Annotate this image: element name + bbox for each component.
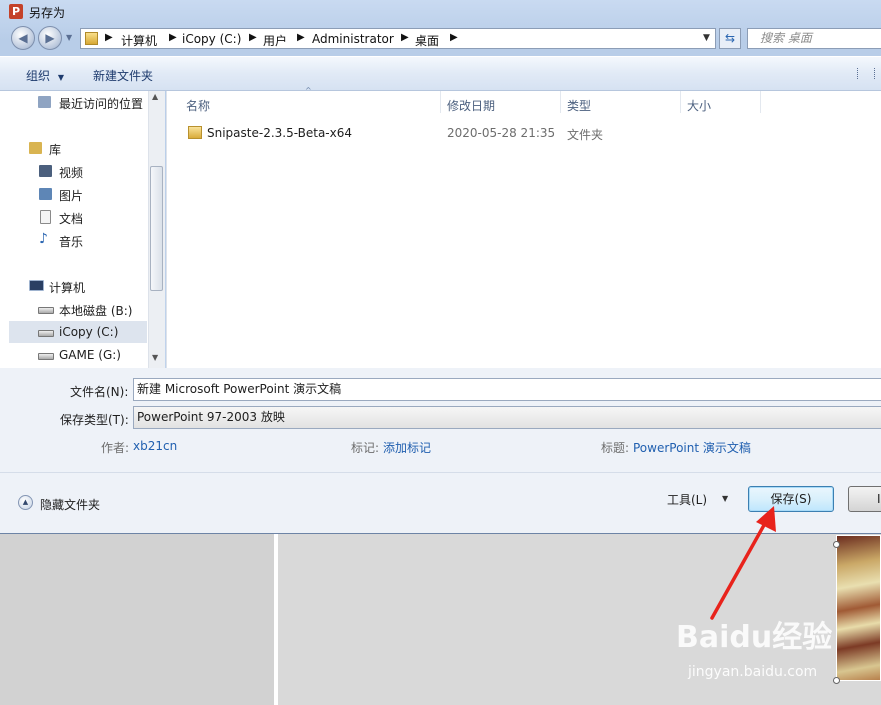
navigation-pane: 最近访问的位置 库 视频 图片 文档 ♪ 音乐 计算机 本地磁盘 (B:) iC… [0, 91, 165, 368]
breadcrumb-administrator[interactable]: Administrator [312, 32, 394, 46]
title-label: 标题: [601, 441, 630, 455]
title-value[interactable]: PowerPoint 演示文稿 [633, 439, 751, 456]
new-folder-button[interactable]: 新建文件夹 [93, 67, 153, 84]
back-arrow-icon: ◀ [18, 31, 28, 45]
resize-handle[interactable] [833, 541, 840, 548]
column-divider[interactable] [560, 91, 561, 113]
search-input[interactable]: 搜索 桌面 [747, 28, 881, 49]
address-bar[interactable]: ▶ 计算机 ▶ iCopy (C:) ▶ 用户 ▶ Administrator … [80, 28, 716, 49]
nav-item-computer[interactable]: 计算机 [29, 279, 85, 296]
title-bar: P 另存为 [0, 0, 881, 24]
nav-item-drive-b[interactable]: 本地磁盘 (B:) [38, 302, 132, 319]
breadcrumb-separator-icon[interactable]: ▶ [249, 32, 257, 43]
video-icon [39, 165, 52, 177]
column-header-size[interactable]: 大小 [687, 97, 711, 114]
folder-icon [188, 126, 202, 139]
organize-label: 组织 [26, 69, 51, 83]
toolbar: 组织 ▼ 新建文件夹 [0, 56, 881, 91]
column-divider[interactable] [760, 91, 761, 113]
music-icon: ♪ [39, 231, 48, 247]
breadcrumb-computer[interactable]: 计算机 [121, 32, 157, 49]
breadcrumb-separator-icon[interactable]: ▶ [169, 32, 177, 43]
drive-icon [38, 353, 54, 360]
breadcrumb-separator-icon[interactable]: ▶ [450, 32, 458, 43]
picture-icon [39, 188, 52, 200]
resize-handle[interactable] [833, 677, 840, 684]
filename-field[interactable]: 新建 Microsoft PowerPoint 演示文稿 [133, 378, 881, 401]
nav-item-documents[interactable]: 文档 [39, 210, 83, 227]
powerpoint-icon: P [9, 4, 23, 19]
slide-image[interactable] [836, 535, 881, 681]
pane-splitter[interactable] [274, 534, 278, 705]
address-dropdown-icon[interactable]: ▼ [703, 33, 710, 43]
computer-icon [29, 280, 44, 291]
nav-item-libraries[interactable]: 库 [29, 141, 61, 158]
nav-item-music[interactable]: ♪ 音乐 [39, 231, 83, 250]
cancel-button[interactable]: I [848, 486, 881, 512]
nav-item-drive-g[interactable]: GAME (G:) [38, 348, 121, 362]
recent-places-icon [38, 96, 51, 108]
file-type: 文件夹 [567, 128, 604, 142]
collapse-chevron-icon: ▲ [18, 495, 33, 510]
table-row[interactable]: Snipaste-2.3.5-Beta-x64 2020-05-28 21:35… [167, 123, 867, 143]
annotation-arrow-icon [710, 506, 776, 620]
filetype-label: 保存类型(T): [60, 413, 129, 427]
breadcrumb-drive[interactable]: iCopy (C:) [182, 32, 241, 46]
drive-icon [38, 307, 54, 314]
forward-arrow-icon: ▶ [45, 31, 55, 45]
column-header-name[interactable]: 名称 [186, 97, 210, 114]
column-header-row: ^ 名称 修改日期 类型 大小 [167, 86, 881, 114]
divider [0, 472, 881, 473]
document-icon [40, 210, 51, 224]
chevron-down-icon: ▼ [57, 73, 64, 82]
author-value[interactable]: xb21cn [133, 439, 177, 453]
breadcrumb-separator-icon[interactable]: ▶ [401, 32, 409, 43]
nav-scrollbar-thumb[interactable] [150, 166, 163, 291]
column-header-date[interactable]: 修改日期 [447, 97, 495, 114]
breadcrumb-separator-icon[interactable]: ▶ [297, 32, 305, 43]
tags-value[interactable]: 添加标记 [383, 439, 431, 456]
filename-label: 文件名(N): [70, 385, 129, 399]
scroll-down-icon[interactable]: ▼ [152, 353, 158, 362]
watermark-url: jingyan.baidu.com [688, 664, 818, 680]
nav-item-drive-c[interactable]: iCopy (C:) [38, 325, 118, 339]
refresh-button[interactable]: ⇆ [719, 28, 741, 49]
breadcrumb-desktop[interactable]: 桌面 [415, 32, 439, 49]
tags-label: 标记: [351, 441, 380, 455]
breadcrumb-users[interactable]: 用户 [263, 32, 287, 49]
organize-menu[interactable]: 组织 ▼ [26, 67, 64, 84]
nav-item-pictures[interactable]: 图片 [39, 187, 83, 204]
window-title: 另存为 [29, 6, 66, 20]
drive-icon [38, 330, 54, 337]
refresh-icon: ⇆ [724, 31, 736, 45]
library-icon [29, 142, 42, 154]
breadcrumb-separator-icon[interactable]: ▶ [105, 32, 113, 43]
forward-button[interactable]: ▶ [38, 26, 62, 50]
save-as-dialog: P 另存为 ◀ ▶ ▼ ▶ 计算机 ▶ iCopy (C:) ▶ 用户 ▶ Ad… [0, 0, 881, 534]
scroll-up-icon[interactable]: ▲ [152, 92, 158, 101]
view-options-icon[interactable] [857, 68, 875, 79]
hide-folders-label: 隐藏文件夹 [40, 498, 101, 512]
filetype-select[interactable]: PowerPoint 97-2003 放映 [133, 406, 881, 429]
author-label: 作者: [101, 441, 130, 455]
file-list: ^ 名称 修改日期 类型 大小 Snipaste-2.3.5-Beta-x64 … [166, 86, 881, 368]
column-header-type[interactable]: 类型 [567, 97, 591, 114]
folder-icon [85, 32, 98, 45]
sort-ascending-icon: ^ [305, 86, 312, 95]
nav-item-videos[interactable]: 视频 [39, 164, 83, 181]
column-divider[interactable] [680, 91, 681, 113]
file-date: 2020-05-28 21:35 [447, 126, 556, 140]
column-divider[interactable] [440, 91, 441, 113]
nav-item-recent[interactable]: 最近访问的位置 [38, 95, 143, 112]
recent-pages-chevron-icon[interactable]: ▼ [66, 33, 72, 42]
back-button[interactable]: ◀ [11, 26, 35, 50]
nav-item-label: 最近访问的位置 [59, 97, 144, 111]
file-name: Snipaste-2.3.5-Beta-x64 [207, 126, 353, 140]
